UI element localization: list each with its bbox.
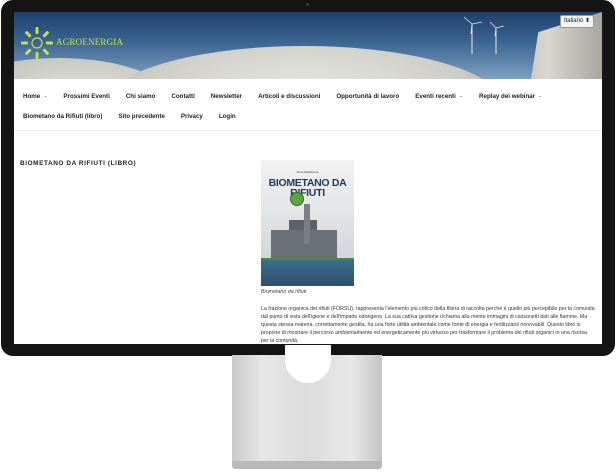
nav-label: Login <box>218 112 236 120</box>
wind-turbine-icon <box>463 16 505 54</box>
nav-item-chi-siamo[interactable]: Chi siamo <box>126 93 156 100</box>
image-caption: Biometano da rifiuti <box>261 289 307 295</box>
nav-item-sito-precedente[interactable]: Sito precedente <box>118 113 164 120</box>
book-title: BIOMETANO DA RIFIUTI <box>261 178 354 199</box>
nav-label: Privacy <box>180 112 203 120</box>
nav-item-replay-webinar[interactable]: Replay dei webinar ⌄ <box>479 93 542 100</box>
nav-label: Newsletter <box>210 92 243 100</box>
book-water <box>261 260 354 286</box>
leaf-emblem-icon <box>290 192 304 206</box>
nav-label: Articoli e discussioni <box>258 92 321 100</box>
header-image-dome <box>104 46 504 79</box>
site-header: AGROENERGIA Italiano ⬍ <box>14 12 602 79</box>
nav-label: Biometano da Rifiuti (libro) <box>23 112 103 120</box>
chevron-down-icon: ⌄ <box>43 93 48 99</box>
nav-label: Home <box>23 92 41 100</box>
main-navigation: Home ⌄ Prossimi Eventi Chi siamo Contatti… <box>14 80 602 131</box>
site-logo-text[interactable]: AGROENERGIA <box>56 37 123 47</box>
browser-viewport: AGROENERGIA Italiano ⬍ Home ⌄ Prossimi Ev… <box>14 12 602 344</box>
nav-label: Replay dei webinar <box>479 92 536 100</box>
nav-label: Prossimi Eventi <box>63 92 110 100</box>
monitor-stand-base <box>232 461 382 469</box>
nav-label: Eventi recenti <box>415 92 456 100</box>
nav-item-biometano-libro[interactable]: Biometano da Rifiuti (libro) <box>23 113 102 120</box>
nav-item-newsletter[interactable]: Newsletter <box>211 93 242 100</box>
nav-label: Sito precedente <box>118 112 165 120</box>
nav-label: Opportunità di lavoro <box>336 92 400 100</box>
monitor-frame: AGROENERGIA Italiano ⬍ Home ⌄ Prossimi Ev… <box>1 0 615 356</box>
nav-item-articoli[interactable]: Articoli e discussioni <box>258 93 320 100</box>
language-select[interactable]: Italiano ⬍ <box>559 15 594 28</box>
nav-item-opportunita-lavoro[interactable]: Opportunità di lavoro <box>336 93 399 100</box>
language-value: Italiano <box>563 18 584 24</box>
page-title: BIOMETANO DA RIFIUTI (LIBRO) <box>20 160 137 167</box>
nav-item-contatti[interactable]: Contatti <box>171 93 194 100</box>
chevron-down-icon: ⌄ <box>458 93 464 99</box>
select-arrows-icon: ⬍ <box>584 18 590 24</box>
book-chimney <box>304 204 310 244</box>
chevron-down-icon: ⌄ <box>538 93 543 99</box>
book-title-line2: RIFIUTI <box>290 187 325 199</box>
nav-item-prossimi-eventi[interactable]: Prossimi Eventi <box>63 93 109 100</box>
article-paragraph: La frazione organica dei rifiuti (FORSU)… <box>261 306 595 344</box>
nav-row-primary: Home ⌄ Prossimi Eventi Chi siamo Contatti… <box>23 90 558 102</box>
nav-item-eventi-recenti[interactable]: Eventi recenti ⌄ <box>415 93 463 100</box>
book-author: Piero Baldissera <box>296 170 319 174</box>
nav-item-login[interactable]: Login <box>219 113 236 120</box>
nav-item-home[interactable]: Home ⌄ <box>23 93 47 100</box>
nav-row-secondary: Biometano da Rifiuti (libro) Sito preced… <box>23 110 252 122</box>
book-cover-image[interactable]: Piero Baldissera BIOMETANO DA RIFIUTI <box>261 160 354 286</box>
nav-item-privacy[interactable]: Privacy <box>181 113 203 120</box>
nav-label: Contatti <box>171 92 195 100</box>
agroenergia-logo-icon[interactable] <box>20 26 54 60</box>
camera-dot <box>306 3 309 6</box>
nav-label: Chi siamo <box>125 92 156 100</box>
